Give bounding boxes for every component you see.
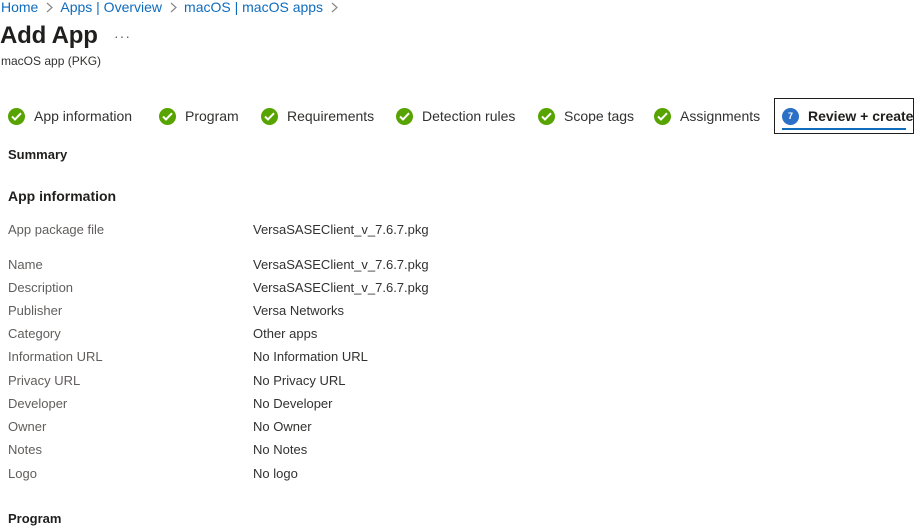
summary-title: Summary — [8, 147, 68, 162]
field-label: Logo — [8, 466, 37, 481]
breadcrumb: Home Apps | Overview macOS | macOS apps — [1, 0, 345, 17]
tab-detection-rules[interactable]: Detection rules — [396, 98, 515, 134]
checkmark-icon — [538, 107, 555, 125]
field-label: Publisher — [8, 303, 63, 318]
breadcrumb-home-link[interactable]: Home — [1, 0, 38, 15]
step-label: Detection rules — [422, 108, 516, 124]
tab-assignments[interactable]: Assignments — [654, 98, 760, 134]
step-label: Requirements — [287, 108, 375, 124]
checkmark-icon — [8, 107, 25, 125]
field-label: Developer — [8, 396, 68, 411]
field-label: Privacy URL — [8, 373, 81, 388]
field-label: Name — [8, 257, 43, 272]
step-number-badge: 7 — [782, 107, 799, 125]
program-heading: Program — [8, 511, 62, 526]
field-value: No Developer — [253, 396, 333, 411]
checkmark-icon — [654, 107, 671, 125]
field-label: Description — [8, 280, 74, 295]
tab-review-create[interactable]: 7 Review + create — [774, 98, 914, 134]
checkmark-icon — [261, 107, 278, 125]
field-label: Information URL — [8, 349, 103, 364]
field-value: Other apps — [253, 326, 318, 341]
tab-scope-tags[interactable]: Scope tags — [538, 98, 634, 134]
field-value: No logo — [253, 466, 298, 481]
breadcrumb-macos-apps-link[interactable]: macOS | macOS apps — [184, 0, 323, 15]
field-value: VersaSASEClient_v_7.6.7.pkg — [253, 257, 429, 272]
field-value: No Privacy URL — [253, 373, 346, 388]
checkmark-icon — [159, 107, 176, 125]
step-label: Scope tags — [564, 108, 635, 124]
chevron-right-icon — [166, 2, 180, 13]
page-subtitle: macOS app (PKG) — [1, 54, 102, 68]
step-label: Assignments — [680, 108, 761, 124]
tab-app-information[interactable]: App information — [8, 98, 132, 134]
active-step-underline — [782, 128, 906, 130]
field-value: VersaSASEClient_v_7.6.7.pkg — [253, 222, 429, 237]
breadcrumb-apps-overview-link[interactable]: Apps | Overview — [60, 0, 162, 15]
tab-program[interactable]: Program — [159, 98, 239, 134]
field-value: No Information URL — [253, 349, 368, 364]
step-label: App information — [34, 108, 133, 124]
app-information-heading: App information — [8, 188, 117, 204]
checkmark-icon — [396, 107, 413, 125]
field-label: Owner — [8, 419, 47, 434]
wizard-steps: App information Program Requirements Det… — [0, 98, 914, 134]
field-value: No Notes — [253, 442, 308, 457]
field-label: Category — [8, 326, 61, 341]
field-label: App package file — [8, 222, 105, 237]
field-value: VersaSASEClient_v_7.6.7.pkg — [253, 280, 429, 295]
field-value: No Owner — [253, 419, 312, 434]
chevron-right-icon — [42, 2, 56, 13]
chevron-right-icon — [327, 2, 341, 13]
page-title: Add App — [0, 22, 98, 49]
tab-requirements[interactable]: Requirements — [261, 98, 374, 134]
field-value: Versa Networks — [253, 303, 345, 318]
step-label: Review + create — [808, 108, 914, 124]
more-options-button[interactable]: ··· — [114, 28, 131, 44]
field-label: Notes — [8, 442, 42, 457]
step-label: Program — [185, 108, 239, 124]
